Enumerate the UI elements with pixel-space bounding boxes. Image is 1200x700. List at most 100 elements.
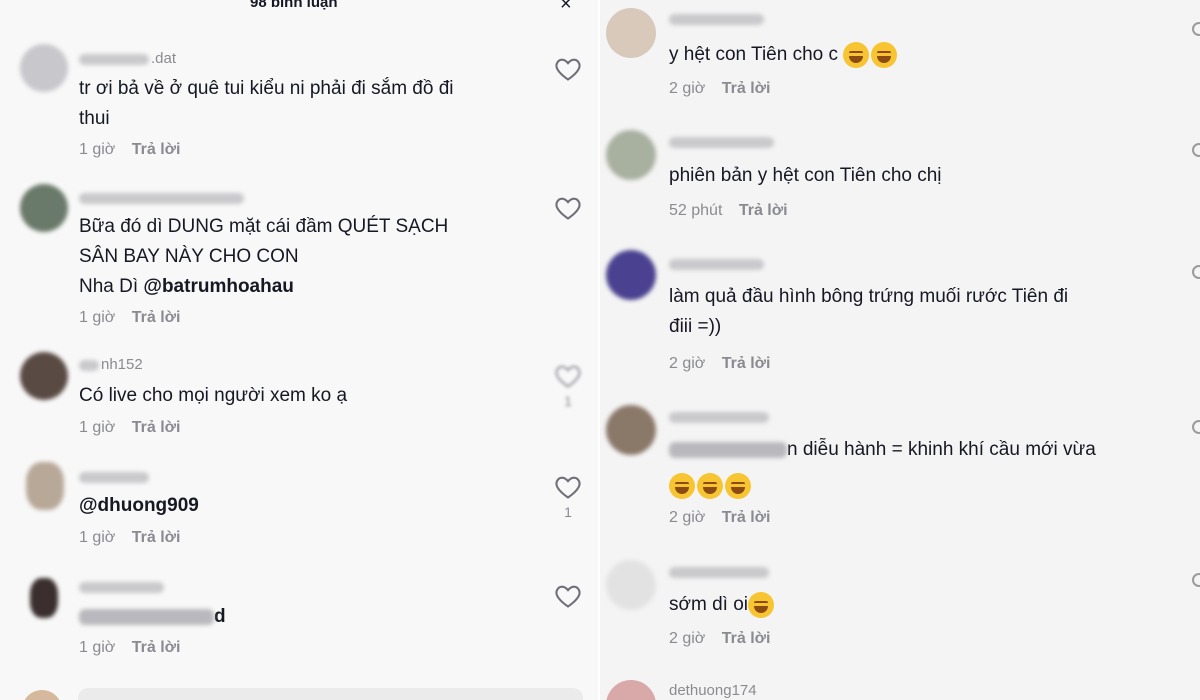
avatar[interactable] (30, 578, 58, 618)
scroll-edge-mark (1192, 573, 1200, 587)
laughing-emoji-icon (843, 41, 870, 68)
comment-text: tr ơi bả về ở quê tui kiểu ni phải đi sắ… (79, 78, 454, 129)
comment-time: 1 giờ (79, 419, 116, 436)
comment-username[interactable] (79, 578, 166, 595)
user-mention[interactable]: @dhuong909 (79, 495, 199, 516)
reply-button[interactable]: Trả lời (722, 355, 771, 372)
comment-username[interactable] (669, 563, 771, 580)
masked-username (669, 566, 769, 578)
reply-button[interactable]: Trả lời (722, 80, 771, 97)
comment-meta: 2 giờ Trả lời (669, 80, 770, 98)
comment-username[interactable] (669, 255, 766, 272)
comment-text: làm quả đầu hình bông trứng muối rước Ti… (669, 286, 1069, 337)
heart-outline-icon (555, 476, 581, 499)
avatar[interactable] (606, 8, 656, 58)
comment-text: @dhuong909 (79, 491, 199, 521)
heart-outline-icon (555, 197, 581, 220)
comment-username[interactable]: nh152 (79, 356, 143, 373)
comment-time: 2 giờ (669, 630, 706, 647)
avatar[interactable] (606, 680, 656, 700)
comment-username[interactable] (669, 133, 776, 150)
masked-username (79, 359, 99, 371)
comment-text: Bữa đó dì DUNG mặt cái đầm QUÉT SẠCH SÂN… (79, 216, 449, 297)
comment-text: sớm dì oi (669, 590, 776, 620)
like-button[interactable] (554, 583, 582, 609)
avatar[interactable] (606, 560, 656, 610)
comment-input-bar[interactable] (78, 688, 583, 700)
scroll-edge-mark (1192, 265, 1200, 279)
heart-outline-icon (555, 58, 581, 81)
comment-meta: 1 giờ Trả lời (79, 141, 180, 159)
masked-text (669, 441, 787, 458)
avatar[interactable] (606, 405, 656, 455)
comment-username[interactable]: .dat (79, 50, 176, 67)
avatar[interactable] (26, 462, 64, 510)
masked-mention (79, 608, 214, 625)
comment-time: 2 giờ (669, 355, 706, 372)
comment-time: 52 phút (669, 202, 723, 219)
laughing-emoji-icon (669, 472, 695, 499)
comment-meta: 1 giờ Trả lời (79, 309, 180, 327)
user-mention[interactable]: @batrumhoahau (143, 276, 293, 297)
avatar[interactable] (20, 184, 68, 232)
avatar[interactable] (20, 352, 68, 400)
current-user-avatar (22, 690, 62, 700)
scroll-edge-mark (1192, 22, 1200, 36)
like-count: 1 (564, 504, 572, 520)
masked-username (79, 192, 244, 204)
masked-username (79, 53, 149, 65)
like-count: 1 (564, 393, 572, 409)
reply-button[interactable]: Trả lời (132, 309, 181, 326)
reply-button[interactable]: Trả lời (132, 639, 181, 656)
comment-text: Có live cho mọi người xem ko ạ (79, 385, 348, 406)
comment-time: 2 giờ (669, 509, 706, 526)
like-button[interactable] (554, 56, 582, 82)
comment-text: phiên bản y hệt con Tiên cho chị (669, 165, 942, 186)
avatar[interactable] (606, 250, 656, 300)
comment-username[interactable] (669, 408, 771, 425)
heart-outline-icon (555, 365, 581, 388)
comment-username[interactable]: dethuong174 (669, 682, 757, 699)
masked-username (669, 136, 774, 148)
reply-button[interactable]: Trả lời (722, 509, 771, 526)
masked-username (669, 258, 764, 270)
comment-username[interactable] (79, 189, 246, 206)
comment-count-title: 98 bình luận (250, 0, 338, 11)
comment-meta: 2 giờ Trả lời (669, 630, 770, 648)
close-icon[interactable]: × (560, 0, 572, 16)
scroll-edge-mark (1192, 420, 1200, 434)
comment-time: 1 giờ (79, 639, 116, 656)
comment-time: 1 giờ (79, 529, 116, 546)
comment-text: n diễu hành = khinh khí cầu mới vừa (669, 435, 1189, 501)
reply-button[interactable]: Trả lời (132, 141, 181, 158)
laughing-emoji-icon (697, 472, 723, 499)
like-button[interactable] (554, 195, 582, 221)
like-button[interactable]: 1 (554, 363, 582, 409)
comment-meta: 1 giờ Trả lời (79, 419, 180, 437)
laughing-emoji-icon (747, 591, 774, 618)
masked-username (79, 581, 164, 593)
heart-outline-icon (555, 585, 581, 608)
masked-username (669, 411, 769, 423)
avatar[interactable] (20, 44, 68, 92)
reply-button[interactable]: Trả lời (739, 202, 788, 219)
comment-text: y hệt con Tiên cho c (669, 40, 899, 70)
laughing-emoji-icon (871, 41, 898, 68)
comment-text: d (79, 602, 226, 632)
like-button[interactable]: 1 (554, 474, 582, 520)
comment-time: 1 giờ (79, 309, 116, 326)
reply-button[interactable]: Trả lời (132, 419, 181, 436)
comment-username[interactable] (79, 468, 151, 485)
comment-meta: 2 giờ Trả lời (669, 509, 770, 527)
reply-button[interactable]: Trả lời (722, 630, 771, 647)
comment-time: 1 giờ (79, 141, 116, 158)
masked-username (79, 471, 149, 483)
comments-panel-left: 98 bình luận × .dat tr ơi bả về ở quê tu… (0, 0, 600, 700)
comment-meta: 2 giờ Trả lời (669, 355, 770, 373)
comment-meta: 1 giờ Trả lời (79, 639, 180, 657)
laughing-emoji-icon (725, 472, 751, 499)
reply-button[interactable]: Trả lời (132, 529, 181, 546)
scroll-edge-mark (1192, 143, 1200, 157)
avatar[interactable] (606, 130, 656, 180)
comment-username[interactable] (669, 10, 766, 27)
